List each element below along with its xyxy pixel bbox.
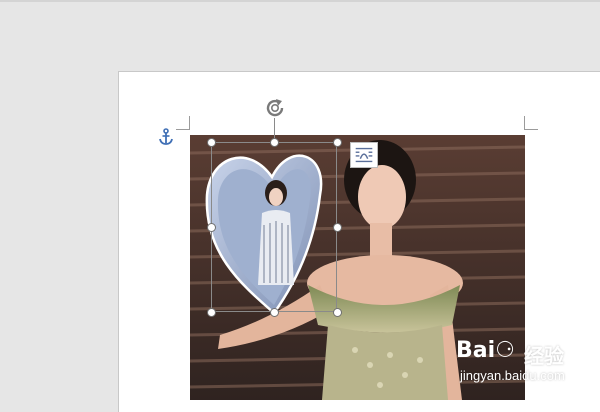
resize-handle-top[interactable] <box>270 138 279 147</box>
margin-corner-top-right <box>524 116 538 130</box>
watermark-url: jingyan.baidu.com <box>460 368 565 383</box>
watermark-chinese: 经验 <box>524 346 564 368</box>
rotate-handle-icon[interactable] <box>263 96 287 120</box>
layout-options-icon <box>355 147 373 163</box>
watermark-logo: Bai⚆ <box>456 338 515 363</box>
resize-handle-bottom-right[interactable] <box>333 308 342 317</box>
anchor-icon[interactable] <box>158 128 174 146</box>
resize-handle-bottom[interactable] <box>270 308 279 317</box>
resize-handle-top-right[interactable] <box>333 138 342 147</box>
resize-handle-bottom-left[interactable] <box>207 308 216 317</box>
margin-corner-top-left <box>176 116 190 130</box>
resize-handle-top-left[interactable] <box>207 138 216 147</box>
workspace-top-edge <box>0 0 600 2</box>
resize-handle-right[interactable] <box>333 223 342 232</box>
layout-options-button[interactable] <box>350 142 378 168</box>
resize-handle-left[interactable] <box>207 223 216 232</box>
baidu-jingyan-watermark: Bai⚆ 经验 jingyan.baidu.com <box>456 336 596 388</box>
